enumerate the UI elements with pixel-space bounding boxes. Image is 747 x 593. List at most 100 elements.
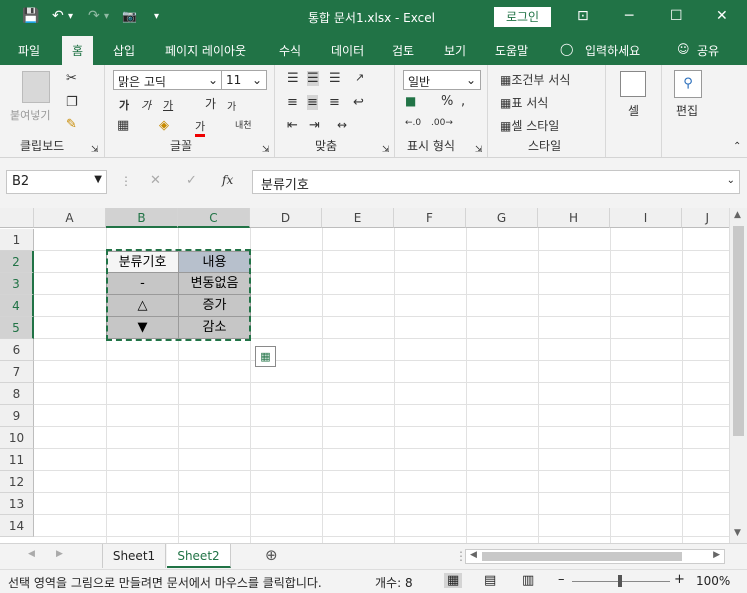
align-top-icon[interactable]: ☰ [287,71,299,86]
sheet-tab-sheet2[interactable]: Sheet2 [167,544,231,568]
undo-dropdown-icon[interactable]: ▾ [68,11,73,22]
border-icon[interactable]: ▦ [117,118,129,133]
share-user-icon[interactable]: ☺ [677,42,690,56]
editing-button-label[interactable]: 편집 [676,102,698,119]
row-header-14[interactable]: 14 [0,515,34,537]
zoom-level[interactable]: 100% [696,574,730,588]
cell-styles-button[interactable]: ▦셀 스타일 [500,117,559,134]
row-header-4[interactable]: 4 [0,295,34,317]
increase-decimal-icon[interactable]: ←.0 [405,118,421,128]
font-name-select[interactable]: 맑은 고딕 ⌄ [113,70,223,90]
name-box[interactable]: B2 ▼ [6,170,107,194]
cells-icon[interactable] [620,71,646,97]
row-header-12[interactable]: 12 [0,471,34,493]
decrease-indent-icon[interactable]: ⇤ [287,118,298,133]
row-header-1[interactable]: 1 [0,229,34,251]
dialog-launcher-icon[interactable]: ⇲ [382,145,390,155]
dialog-launcher-icon[interactable]: ⇲ [475,145,483,155]
conditional-format-button[interactable]: ▦조건부 서식 [500,71,570,88]
tab-insert[interactable]: 삽입 [113,42,135,59]
camera-icon[interactable]: 📷 [122,9,137,23]
zoom-out-icon[interactable]: – [558,572,565,587]
next-sheet-icon[interactable]: ▶ [56,549,63,559]
cell-c5[interactable]: 감소 [179,317,251,339]
worksheet-grid[interactable]: A B C D E F G H I J 1 2 3 4 5 6 7 8 9 10… [0,208,747,543]
row-header-11[interactable]: 11 [0,449,34,471]
vertical-scroll-thumb[interactable] [733,226,744,436]
ribbon-display-options-icon[interactable]: ⊡ [577,8,589,24]
decrease-decimal-icon[interactable]: .00→ [431,118,453,128]
cell-c4[interactable]: 증가 [179,295,251,317]
scroll-up-icon[interactable]: ▲ [734,210,741,220]
dialog-launcher-icon[interactable]: ⇲ [91,145,99,155]
column-header-f[interactable]: F [394,208,466,228]
currency-icon[interactable]: ■ [405,94,416,108]
column-header-h[interactable]: H [538,208,610,228]
close-button[interactable]: ✕ [716,8,728,24]
cells-button-label[interactable]: 셀 [628,102,639,119]
row-header-9[interactable]: 9 [0,405,34,427]
column-header-b[interactable]: B [106,208,178,228]
row-header-3[interactable]: 3 [0,273,34,295]
column-header-d[interactable]: D [250,208,322,228]
save-icon[interactable]: 💾 [22,8,39,24]
page-layout-view-icon[interactable]: ▤ [484,573,496,588]
paste-icon[interactable] [22,71,50,103]
cell-b3[interactable]: - [106,273,179,295]
phonetic-button[interactable]: 내천 [235,118,252,131]
column-header-c[interactable]: C [178,208,250,228]
align-middle-icon[interactable]: ☰ [307,71,319,86]
row-header-5[interactable]: 5 [0,317,34,339]
align-left-icon[interactable]: ≡ [287,95,298,110]
cell-b4[interactable]: △ [106,295,179,317]
page-break-view-icon[interactable]: ▥ [522,573,534,588]
select-all-corner[interactable] [0,208,34,228]
tab-data[interactable]: 데이터 [331,42,364,59]
column-header-a[interactable]: A [34,208,106,228]
tab-page-layout[interactable]: 페이지 레이아웃 [165,42,246,59]
tab-file[interactable]: 파일 [18,42,40,59]
maximize-button[interactable]: ☐ [670,8,683,24]
copy-icon[interactable]: ❐ [66,95,78,110]
align-center-icon[interactable]: ≡ [307,95,318,110]
paste-options-icon[interactable]: ▦ [255,346,276,367]
wrap-text-icon[interactable]: ↩ [353,95,364,110]
comma-button[interactable]: , [461,94,465,109]
add-sheet-icon[interactable]: ⊕ [265,546,278,564]
number-format-select[interactable]: 일반 ⌄ [403,70,481,90]
cell-c3[interactable]: 변동없음 [179,273,251,295]
row-header-7[interactable]: 7 [0,361,34,383]
minimize-button[interactable]: ─ [625,8,633,24]
align-bottom-icon[interactable]: ☰ [329,71,341,86]
orientation-icon[interactable]: ↗ [355,71,364,84]
enter-icon[interactable]: ✓ [186,173,197,188]
login-button[interactable]: 로그인 [494,7,551,27]
chevron-down-icon[interactable]: ▼ [94,174,102,185]
row-header-10[interactable]: 10 [0,427,34,449]
undo-icon[interactable]: ↶ [52,8,64,24]
cell-c2[interactable]: 내용 [179,251,251,273]
vertical-scrollbar[interactable]: ▲ ▼ [729,208,747,543]
underline-button[interactable]: 가 [163,97,173,113]
column-header-g[interactable]: G [466,208,538,228]
paste-button[interactable]: 붙여넣기 [10,107,50,123]
zoom-in-icon[interactable]: + [674,572,685,587]
normal-view-icon[interactable]: ▦ [444,573,463,588]
cancel-icon[interactable]: ✕ [150,173,161,188]
scroll-down-icon[interactable]: ▼ [734,528,741,538]
cut-icon[interactable]: ✂ [66,71,77,86]
horizontal-scroll-thumb[interactable] [482,552,682,561]
percent-button[interactable]: % [441,94,453,109]
tab-help[interactable]: 도움말 [495,42,528,59]
row-header-13[interactable]: 13 [0,493,34,515]
format-as-table-button[interactable]: ▦표 서식 [500,94,548,111]
scroll-right-icon[interactable]: ▶ [713,550,720,560]
align-right-icon[interactable]: ≡ [329,95,340,110]
grow-font-button[interactable]: 가 [205,95,216,112]
cell-b5[interactable]: ▼ [106,317,179,339]
column-header-i[interactable]: I [610,208,682,228]
row-header-2[interactable]: 2 [0,251,34,273]
shrink-font-button[interactable]: 가 [227,98,236,113]
scroll-left-icon[interactable]: ◀ [470,550,477,560]
insert-function-icon[interactable]: fx [222,173,233,187]
